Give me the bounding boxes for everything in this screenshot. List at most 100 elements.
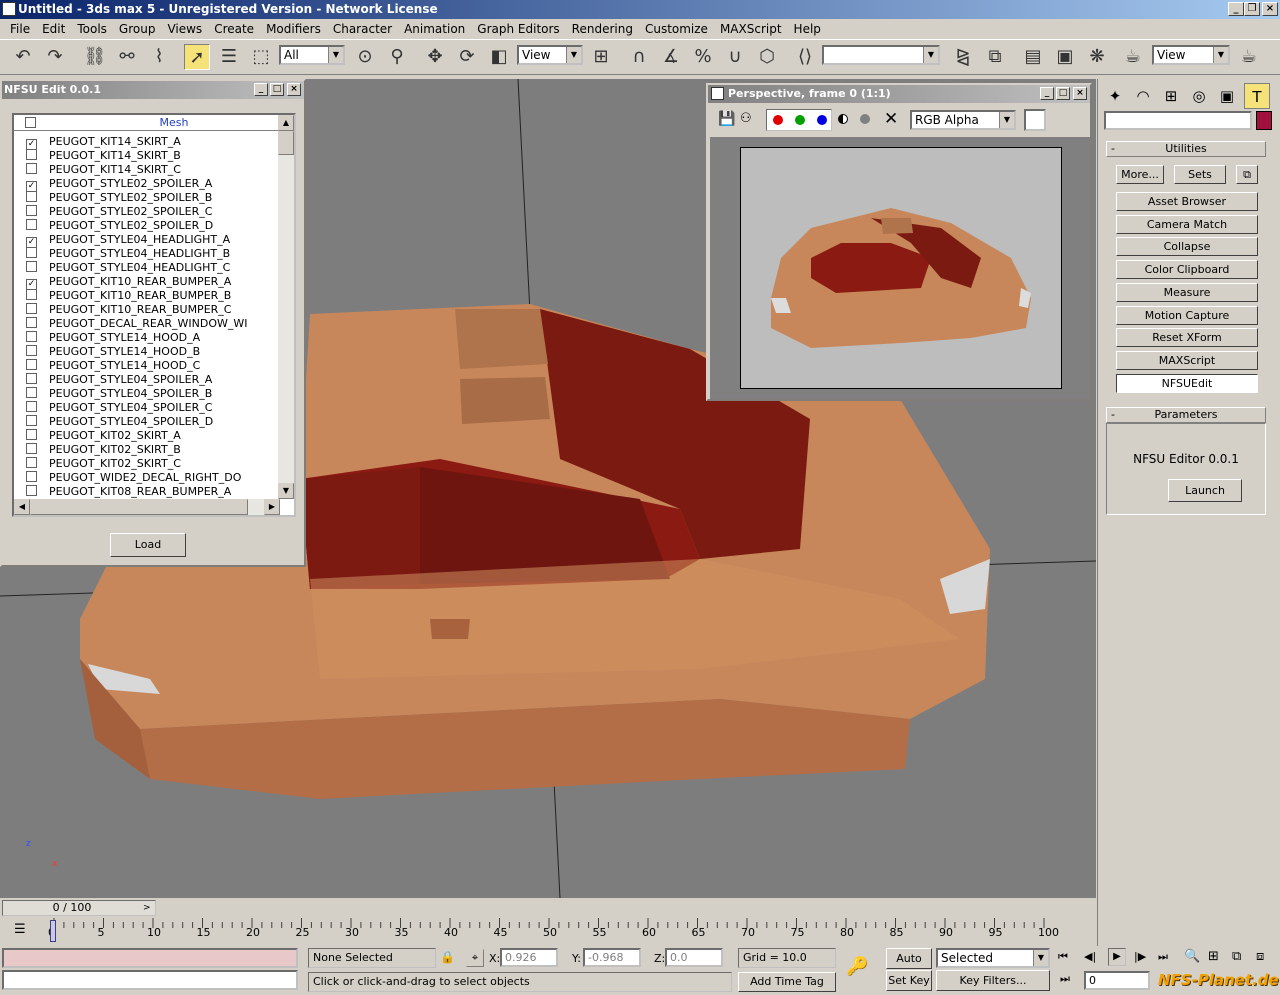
save-bitmap-icon[interactable]: 💾 <box>718 111 735 127</box>
item-checkbox[interactable] <box>26 415 37 426</box>
angle-snap-icon[interactable]: ∡ <box>658 44 684 70</box>
mesh-list[interactable]: Mesh ✓ PEUGOT_KIT14_SKIRT_A PEUGOT_KIT14_S… <box>12 113 296 517</box>
align-icon[interactable]: ⧉ <box>982 44 1008 70</box>
unlink-icon[interactable]: ⚯ <box>114 44 140 70</box>
item-checkbox[interactable] <box>26 345 37 356</box>
lock-selection-icon[interactable]: 🔒 <box>440 950 455 964</box>
color-swatch[interactable] <box>1024 109 1046 131</box>
zoom-extents-icon[interactable]: ⧉ <box>1232 949 1241 964</box>
item-checkbox[interactable] <box>26 373 37 384</box>
menu-maxscript[interactable]: MAXScript <box>714 22 788 36</box>
redo-icon[interactable]: ↷ <box>42 44 68 70</box>
select-and-link-icon[interactable]: ⚲ <box>384 44 410 70</box>
schematic-view-icon[interactable]: ▣ <box>1052 44 1078 70</box>
material-editor-icon[interactable]: ❋ <box>1084 44 1110 70</box>
scroll-right-icon[interactable]: ▶ <box>264 499 280 515</box>
item-checkbox[interactable] <box>26 261 37 272</box>
menu-modifiers[interactable]: Modifiers <box>260 22 327 36</box>
h-scroll-thumb[interactable] <box>30 499 248 515</box>
menu-tools[interactable]: Tools <box>71 22 113 36</box>
track-view-icon[interactable]: ▤ <box>1020 44 1046 70</box>
menu-customize[interactable]: Customize <box>639 22 714 36</box>
scroll-thumb[interactable] <box>278 131 294 155</box>
percent-snap-icon[interactable]: % <box>690 44 716 70</box>
object-name-field[interactable] <box>1104 111 1252 130</box>
asset-browser-button[interactable]: Asset Browser <box>1116 192 1258 211</box>
previous-frame-icon[interactable]: ◀| <box>1084 950 1096 963</box>
key-icon[interactable]: 🔑 <box>846 956 868 977</box>
menu-character[interactable]: Character <box>327 22 398 36</box>
item-checkbox[interactable] <box>26 205 37 216</box>
blue-channel-icon[interactable] <box>817 115 827 125</box>
x-coordinate-field[interactable]: 0.926 <box>500 948 558 967</box>
sets-button[interactable]: Sets <box>1174 165 1226 184</box>
collapse-button[interactable]: Collapse <box>1116 237 1258 256</box>
list-item[interactable]: PEUGOT_STYLE04_HEADLIGHT_B <box>26 247 278 261</box>
pivot-center-icon[interactable]: ⊞ <box>588 44 614 70</box>
list-item[interactable]: PEUGOT_STYLE04_SPOILER_D <box>26 415 278 429</box>
list-item[interactable]: PEUGOT_KIT10_REAR_BUMPER_B <box>26 289 278 303</box>
item-checkbox[interactable] <box>26 191 37 202</box>
list-item[interactable]: PEUGOT_STYLE14_HOOD_C <box>26 359 278 373</box>
item-checkbox[interactable] <box>26 303 37 314</box>
track-bar-toggle-icon[interactable]: ☰ <box>14 922 26 937</box>
list-item[interactable]: PEUGOT_STYLE14_HOOD_B <box>26 345 278 359</box>
list-item[interactable]: PEUGOT_WIDE2_DECAL_RIGHT_DO <box>26 471 278 485</box>
list-item[interactable]: PEUGOT_STYLE04_SPOILER_B <box>26 387 278 401</box>
green-channel-icon[interactable] <box>795 115 805 125</box>
go-to-start-icon[interactable]: ⏮ <box>1058 950 1068 964</box>
utilities-tab-icon[interactable]: T <box>1244 83 1270 109</box>
y-coordinate-field[interactable]: -0.968 <box>583 948 641 967</box>
auto-key-button[interactable]: Auto Key <box>886 948 932 984</box>
item-checkbox[interactable] <box>26 247 37 258</box>
item-checkbox[interactable] <box>26 149 37 160</box>
maxscript-listener-top[interactable] <box>2 948 298 968</box>
list-item[interactable]: PEUGOT_KIT08_REAR_BUMPER_A <box>26 485 278 499</box>
configure-sets-icon[interactable]: ⧉ <box>1236 165 1258 184</box>
key-mode-toggle-icon[interactable]: ⏭ <box>1060 972 1070 986</box>
monochrome-icon[interactable] <box>838 114 848 124</box>
select-object-icon[interactable]: ➚ <box>184 44 210 70</box>
item-checkbox[interactable]: ✓ <box>26 279 37 289</box>
item-checkbox[interactable]: ✓ <box>26 237 37 247</box>
render-maximize-button[interactable]: □ <box>1056 87 1070 100</box>
alpha-channel-icon[interactable] <box>860 114 870 124</box>
scroll-up-icon[interactable]: ▲ <box>278 115 294 131</box>
list-item[interactable]: PEUGOT_STYLE04_HEADLIGHT_C <box>26 261 278 275</box>
list-item[interactable]: PEUGOT_STYLE14_HOOD_A <box>26 331 278 345</box>
modify-tab-icon[interactable]: ◠ <box>1130 83 1156 109</box>
red-channel-icon[interactable] <box>773 115 783 125</box>
add-time-tag-button[interactable]: Add Time Tag <box>738 972 836 992</box>
go-to-end-icon[interactable]: ⏭ <box>1158 950 1168 964</box>
undo-icon[interactable]: ↶ <box>10 44 36 70</box>
list-item[interactable]: ✓ PEUGOT_KIT10_REAR_BUMPER_A <box>26 275 278 289</box>
measure-button[interactable]: Measure <box>1116 283 1258 302</box>
parameters-rollout-header[interactable]: - Parameters <box>1106 407 1266 423</box>
maxscript-button[interactable]: MAXScript <box>1116 351 1258 370</box>
selection-filter-combo[interactable]: All ▼ <box>279 45 345 65</box>
maxscript-listener-bottom[interactable] <box>2 970 298 990</box>
menu-rendering[interactable]: Rendering <box>566 22 639 36</box>
maximize-button[interactable]: ❐ <box>1244 2 1260 16</box>
bind-space-warp-icon[interactable]: ⌇ <box>146 44 172 70</box>
play-icon[interactable]: ▶ <box>1108 948 1126 966</box>
motion-tab-icon[interactable]: ◎ <box>1186 83 1212 109</box>
nfsu-maximize-button[interactable]: □ <box>270 83 284 96</box>
item-checkbox[interactable] <box>26 163 37 174</box>
list-item[interactable]: PEUGOT_DECAL_REAR_WINDOW_WI <box>26 317 278 331</box>
menu-graph-editors[interactable]: Graph Editors <box>471 22 565 36</box>
z-coordinate-field[interactable]: 0.0 <box>665 948 723 967</box>
minimize-button[interactable]: _ <box>1228 2 1244 16</box>
link-icon[interactable]: ⛓ <box>82 44 108 70</box>
item-checkbox[interactable]: ✓ <box>26 181 37 191</box>
rotate-icon[interactable]: ⟳ <box>454 44 480 70</box>
item-checkbox[interactable] <box>26 317 37 328</box>
channel-combo[interactable]: RGB Alpha ▼ <box>910 110 1016 130</box>
named-selection-sets-icon[interactable]: ⬡ <box>754 44 780 70</box>
utilities-rollout-header[interactable]: - Utilities <box>1106 141 1266 157</box>
item-checkbox[interactable] <box>26 359 37 370</box>
render-minimize-button[interactable]: _ <box>1040 87 1054 100</box>
clone-window-icon[interactable]: ⚇ <box>740 111 752 126</box>
nfsuedit-button[interactable]: NFSUEdit <box>1116 374 1258 393</box>
list-item[interactable]: ✓ PEUGOT_STYLE02_SPOILER_A <box>26 177 278 191</box>
